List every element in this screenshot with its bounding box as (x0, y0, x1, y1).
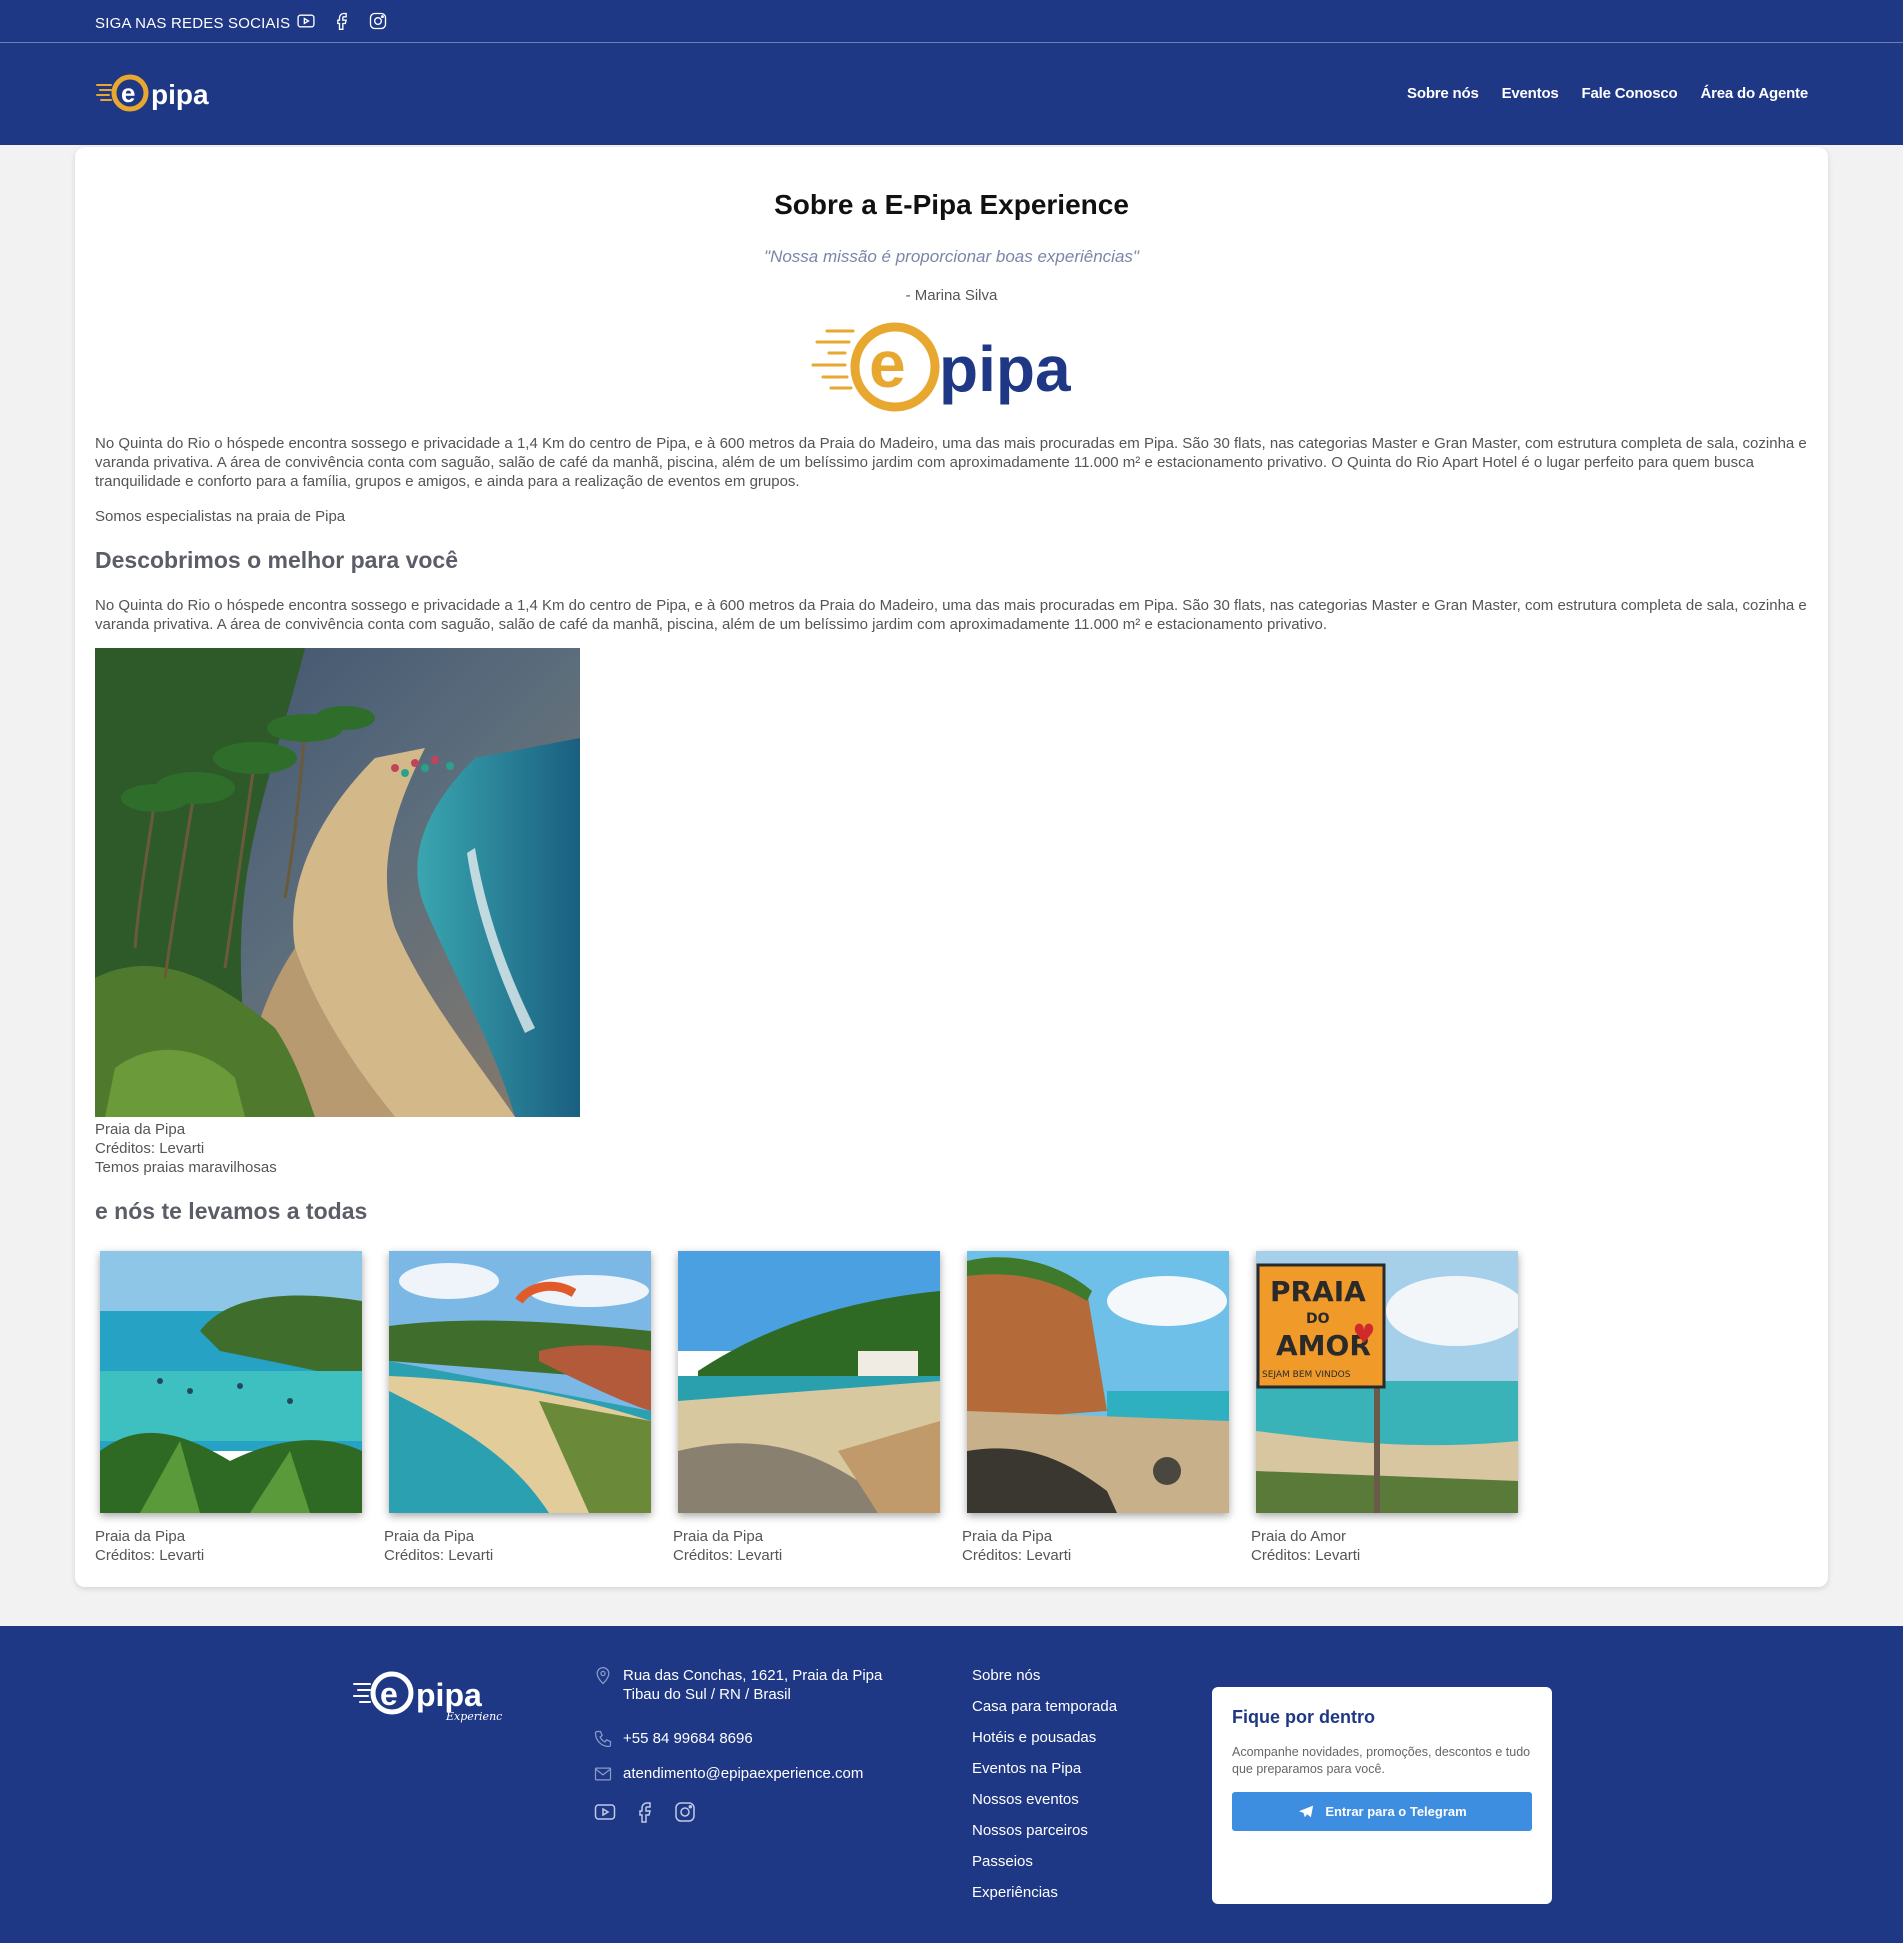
footer-social-icons (593, 1800, 697, 1828)
gallery-name: Praia da Pipa (673, 1528, 764, 1545)
social-label: SIGA NAS REDES SOCIAIS (95, 15, 291, 32)
footer-link-sobre-nos[interactable]: Sobre nós (972, 1666, 1117, 1697)
newsletter-title: Fique por dentro (1232, 1707, 1375, 1727)
footer-link-hoteis-pousadas[interactable]: Hotéis e pousadas (972, 1728, 1117, 1759)
gallery-credits: Créditos: Levarti (1251, 1547, 1361, 1564)
about-card: Sobre a E-Pipa Experience "Nossa missão … (75, 147, 1828, 1587)
big-photo-caption: Praia da Pipa Créditos: Levarti Temos pr… (95, 1120, 277, 1177)
footer: e pipa Experience Rua das Conchas, 1621,… (0, 1626, 1903, 1943)
svg-text:DO: DO (1306, 1311, 1330, 1327)
footer-link-passeios[interactable]: Passeios (972, 1852, 1117, 1883)
gallery-credits: Créditos: Levarti (673, 1547, 783, 1564)
telegram-button[interactable]: Entrar para o Telegram (1232, 1792, 1532, 1831)
nav-sobre-nos[interactable]: Sobre nós (1407, 85, 1479, 102)
footer-link-nossos-parceiros[interactable]: Nossos parceiros (972, 1821, 1117, 1852)
nav-fale-conosco[interactable]: Fale Conosco (1582, 85, 1678, 102)
main-navbar: e pipa Sobre nós Eventos Fale Conosco Ár… (0, 43, 1903, 145)
svg-text:Experience: Experience (445, 1710, 502, 1723)
svg-text:pipa: pipa (416, 1677, 482, 1713)
gallery-photo-2 (389, 1251, 651, 1513)
svg-text:SEJAM BEM VINDOS: SEJAM BEM VINDOS (1262, 1370, 1351, 1380)
gallery-caption: Praia da Pipa Créditos: Levarti (673, 1527, 782, 1565)
facebook-icon[interactable] (331, 10, 353, 32)
gallery-caption: Praia da Pipa Créditos: Levarti (962, 1527, 1071, 1565)
facebook-icon[interactable] (633, 1800, 657, 1828)
footer-link-nossos-eventos[interactable]: Nossos eventos (972, 1790, 1117, 1821)
praia-da-pipa-photo (95, 648, 580, 1117)
svg-text:e: e (121, 78, 135, 108)
top-bar: SIGA NAS REDES SOCIAIS (0, 0, 1903, 43)
gallery-credits: Créditos: Levarti (384, 1547, 494, 1564)
big-photo-credits: Créditos: Levarti (95, 1140, 205, 1157)
epipa-logo: e pipa (809, 319, 1094, 415)
gallery-name: Praia da Pipa (962, 1528, 1053, 1545)
gallery-photo-5: PRAIA DO AMOR SEJAM BEM VINDOS (1256, 1251, 1518, 1513)
about-paragraph-3: No Quinta do Rio o hóspede encontra soss… (95, 597, 1807, 633)
telegram-icon (1299, 1805, 1314, 1817)
address-line-2: Tibau do Sul / RN / Brasil (623, 1686, 791, 1703)
svg-text:pipa: pipa (939, 333, 1071, 405)
instagram-icon[interactable] (673, 1800, 697, 1828)
heading-discover: Descobrimos o melhor para você (95, 547, 459, 573)
big-photo-name: Praia da Pipa (95, 1121, 186, 1138)
youtube-icon[interactable] (295, 10, 317, 32)
footer-links: Sobre nós Casa para temporada Hotéis e p… (972, 1666, 1117, 1914)
beach-gallery: Praia da Pipa Créditos: Levarti Praia da… (95, 1251, 1815, 1581)
footer-link-eventos-pipa[interactable]: Eventos na Pipa (972, 1759, 1117, 1790)
mission-quote: "Nossa missão é proporcionar boas experi… (764, 247, 1139, 266)
footer-link-experiencias[interactable]: Experiências (972, 1883, 1117, 1914)
gallery-photo-1 (100, 1251, 362, 1513)
about-paragraph-2: Somos especialistas na praia de Pipa (95, 508, 346, 525)
gallery-name: Praia da Pipa (384, 1528, 475, 1545)
about-paragraph-1: No Quinta do Rio o hóspede encontra soss… (95, 435, 1807, 490)
gallery-name: Praia da Pipa (95, 1528, 186, 1545)
gallery-caption: Praia da Pipa Créditos: Levarti (95, 1527, 204, 1565)
quote-author: - Marina Silva (905, 287, 998, 304)
top-social-icons (295, 10, 389, 32)
big-photo-tagline: Temos praias maravilhosas (95, 1159, 277, 1176)
phone-icon (594, 1730, 612, 1748)
heading-take-you: e nós te levamos a todas (95, 1198, 368, 1224)
youtube-icon[interactable] (593, 1800, 617, 1828)
gallery-photo-3 (678, 1251, 940, 1513)
svg-text:pipa: pipa (151, 79, 209, 110)
telegram-button-label: Entrar para o Telegram (1325, 1804, 1467, 1819)
phone-number: +55 84 99684 8696 (623, 1730, 753, 1747)
nav-eventos[interactable]: Eventos (1502, 85, 1559, 102)
svg-text:e: e (869, 327, 906, 401)
gallery-caption: Praia do Amor Créditos: Levarti (1251, 1527, 1360, 1565)
footer-logo[interactable]: e pipa Experience (352, 1666, 509, 1726)
gallery-name: Praia do Amor (1251, 1528, 1347, 1545)
header-logo[interactable]: e pipa (95, 68, 225, 116)
svg-text:AMOR: AMOR (1276, 1329, 1371, 1362)
gallery-caption: Praia da Pipa Créditos: Levarti (384, 1527, 493, 1565)
gallery-photo-4 (967, 1251, 1229, 1513)
location-pin-icon (596, 1667, 610, 1685)
footer-address: Rua das Conchas, 1621, Praia da Pipa Tib… (593, 1666, 882, 1704)
email-address: atendimento@epipaexperience.com (623, 1765, 864, 1782)
mail-icon (594, 1767, 612, 1781)
main-menu: Sobre nós Eventos Fale Conosco Área do A… (1407, 85, 1808, 102)
svg-text:PRAIA: PRAIA (1270, 1275, 1366, 1308)
newsletter-box: Fique por dentro Acompanhe novidades, pr… (1212, 1687, 1552, 1904)
footer-email[interactable]: atendimento@epipaexperience.com (593, 1764, 863, 1784)
footer-phone[interactable]: +55 84 99684 8696 (593, 1729, 753, 1749)
instagram-icon[interactable] (367, 10, 389, 32)
nav-area-do-agente[interactable]: Área do Agente (1701, 85, 1809, 102)
page-title: Sobre a E-Pipa Experience (774, 189, 1129, 220)
footer-link-casa-temporada[interactable]: Casa para temporada (972, 1697, 1117, 1728)
newsletter-description: Acompanhe novidades, promoções, desconto… (1232, 1745, 1531, 1776)
svg-text:e: e (380, 1676, 398, 1712)
gallery-credits: Créditos: Levarti (95, 1547, 205, 1564)
address-line-1: Rua das Conchas, 1621, Praia da Pipa (623, 1667, 883, 1684)
gallery-credits: Créditos: Levarti (962, 1547, 1072, 1564)
